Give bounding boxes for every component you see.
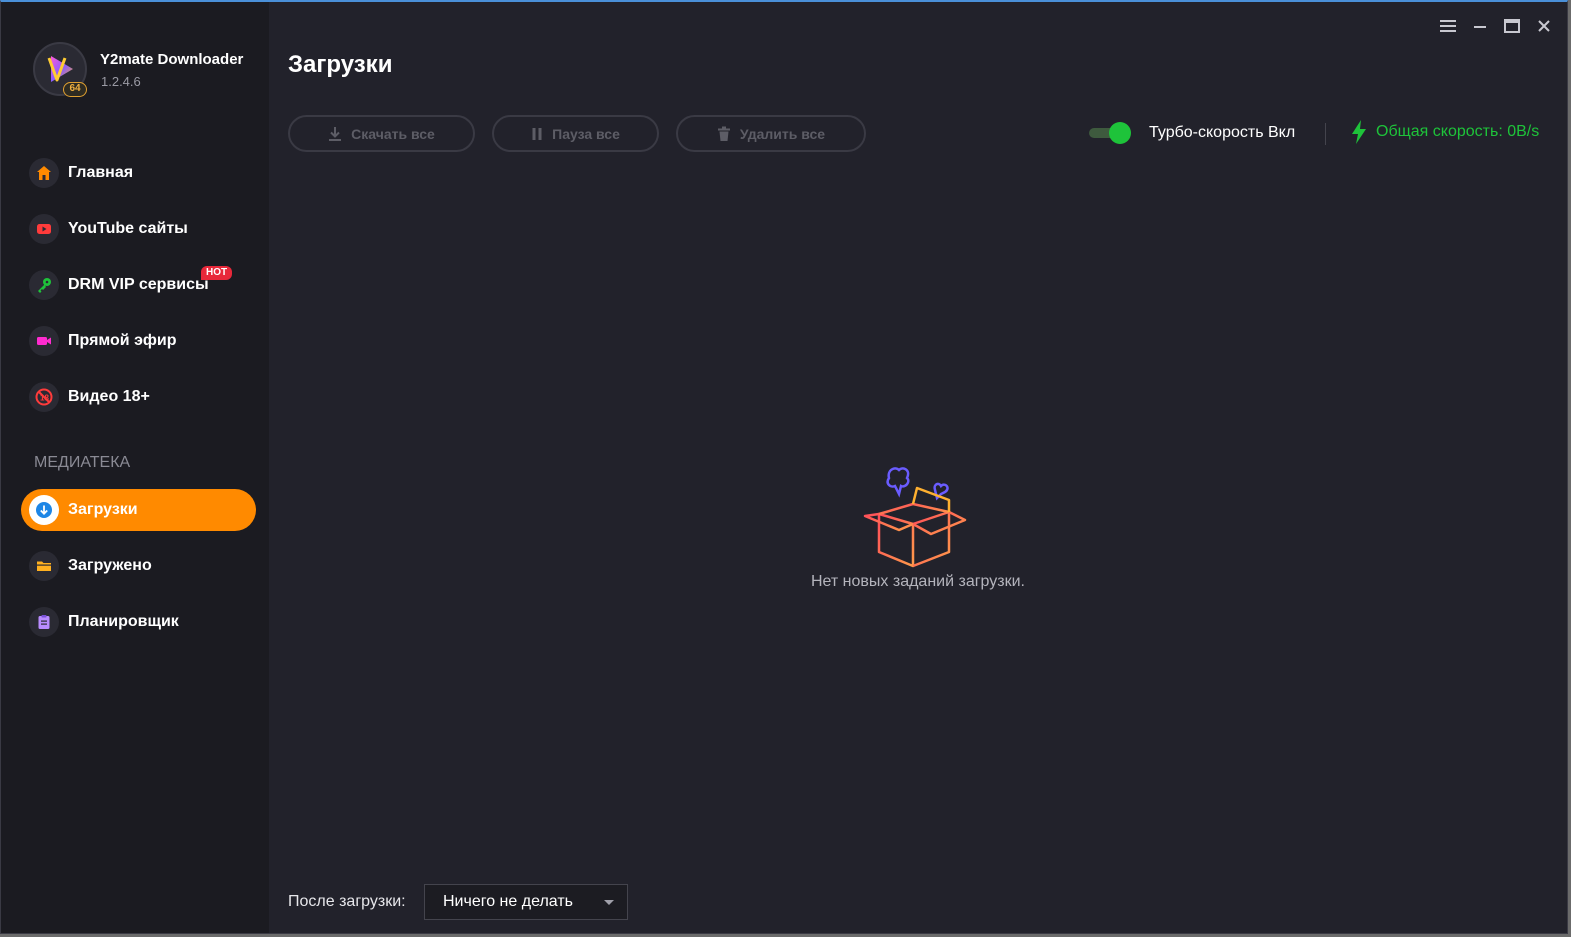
svg-text:18: 18 bbox=[40, 394, 49, 403]
library-section-title: МЕДИАТЕКА bbox=[34, 454, 131, 471]
sidebar-item-label: Загрузки bbox=[68, 501, 138, 518]
sidebar-item-label: Прямой эфир bbox=[68, 332, 177, 349]
version-badge: 64 bbox=[63, 82, 87, 97]
delete-all-button[interactable]: Удалить все bbox=[676, 115, 866, 152]
toggle-knob bbox=[1109, 122, 1131, 144]
app-name: Y2mate Downloader bbox=[100, 51, 244, 68]
after-download-value: Ничего не делать bbox=[443, 893, 573, 910]
sidebar-item-adult[interactable]: 18 Видео 18+ bbox=[21, 376, 256, 418]
minimize-icon[interactable] bbox=[1471, 16, 1489, 36]
video-camera-icon bbox=[29, 326, 59, 356]
total-speed: Общая скорость: 0B/s bbox=[1351, 120, 1539, 144]
pause-icon bbox=[532, 127, 542, 140]
home-icon bbox=[29, 158, 59, 188]
app-version: 1.2.4.6 bbox=[101, 74, 141, 89]
sidebar-item-home[interactable]: Главная bbox=[21, 152, 256, 194]
clipboard-icon bbox=[29, 607, 59, 637]
pause-all-button[interactable]: Пауза все bbox=[492, 115, 659, 152]
sidebar: 64 Y2mate Downloader 1.2.4.6 Главная You… bbox=[1, 2, 269, 933]
main-panel: Загрузки Скачать все Пауза все Удалить в… bbox=[269, 2, 1567, 933]
turbo-toggle[interactable] bbox=[1087, 122, 1133, 144]
close-icon[interactable] bbox=[1535, 16, 1553, 36]
download-all-label: Скачать все bbox=[351, 125, 435, 142]
sidebar-item-label: Загружено bbox=[68, 557, 152, 574]
toolbar-divider bbox=[1325, 123, 1326, 145]
turbo-label: Турбо-скорость Вкл bbox=[1149, 124, 1296, 141]
turbo-speed: Турбо-скорость Вкл bbox=[1087, 122, 1295, 144]
empty-state-text: Нет новых заданий загрузки. bbox=[810, 573, 1025, 590]
sidebar-item-label: YouTube сайты bbox=[68, 220, 188, 237]
key-icon bbox=[29, 270, 59, 300]
sidebar-item-downloaded[interactable]: Загружено bbox=[21, 545, 256, 587]
pause-all-label: Пауза все bbox=[552, 125, 620, 142]
maximize-icon[interactable] bbox=[1503, 16, 1521, 36]
empty-box-icon bbox=[859, 464, 971, 575]
sidebar-item-label: Главная bbox=[68, 164, 134, 181]
sidebar-item-downloads[interactable]: Загрузки bbox=[21, 489, 256, 531]
sidebar-item-live[interactable]: Прямой эфир bbox=[21, 320, 256, 362]
page-title: Загрузки bbox=[288, 51, 393, 78]
youtube-icon bbox=[29, 214, 59, 244]
total-speed-label: Общая скорость: 0B/s bbox=[1376, 123, 1540, 140]
trash-icon bbox=[717, 126, 730, 141]
folder-icon bbox=[29, 551, 59, 581]
hot-badge: HOT bbox=[201, 266, 233, 280]
delete-all-label: Удалить все bbox=[739, 125, 826, 142]
download-icon bbox=[29, 495, 59, 525]
app-logo: 64 bbox=[33, 42, 89, 98]
after-download-select[interactable]: Ничего не делать bbox=[424, 884, 628, 920]
download-all-icon bbox=[329, 126, 342, 141]
download-all-button[interactable]: Скачать все bbox=[288, 115, 475, 152]
window-controls bbox=[1439, 16, 1553, 36]
sidebar-item-scheduler[interactable]: Планировщик bbox=[21, 601, 256, 643]
sidebar-item-label: DRM VIP сервисы bbox=[68, 276, 209, 293]
menu-icon[interactable] bbox=[1439, 16, 1457, 36]
sidebar-item-label: Видео 18+ bbox=[68, 388, 150, 405]
sidebar-item-youtube[interactable]: YouTube сайты bbox=[21, 208, 256, 250]
lightning-icon bbox=[1352, 120, 1366, 144]
after-download-label: После загрузки: bbox=[288, 893, 406, 910]
sidebar-item-label: Планировщик bbox=[68, 613, 179, 630]
app-window: 64 Y2mate Downloader 1.2.4.6 Главная You… bbox=[0, 0, 1568, 934]
chevron-down-icon bbox=[604, 900, 614, 905]
adult-icon: 18 bbox=[29, 382, 59, 412]
